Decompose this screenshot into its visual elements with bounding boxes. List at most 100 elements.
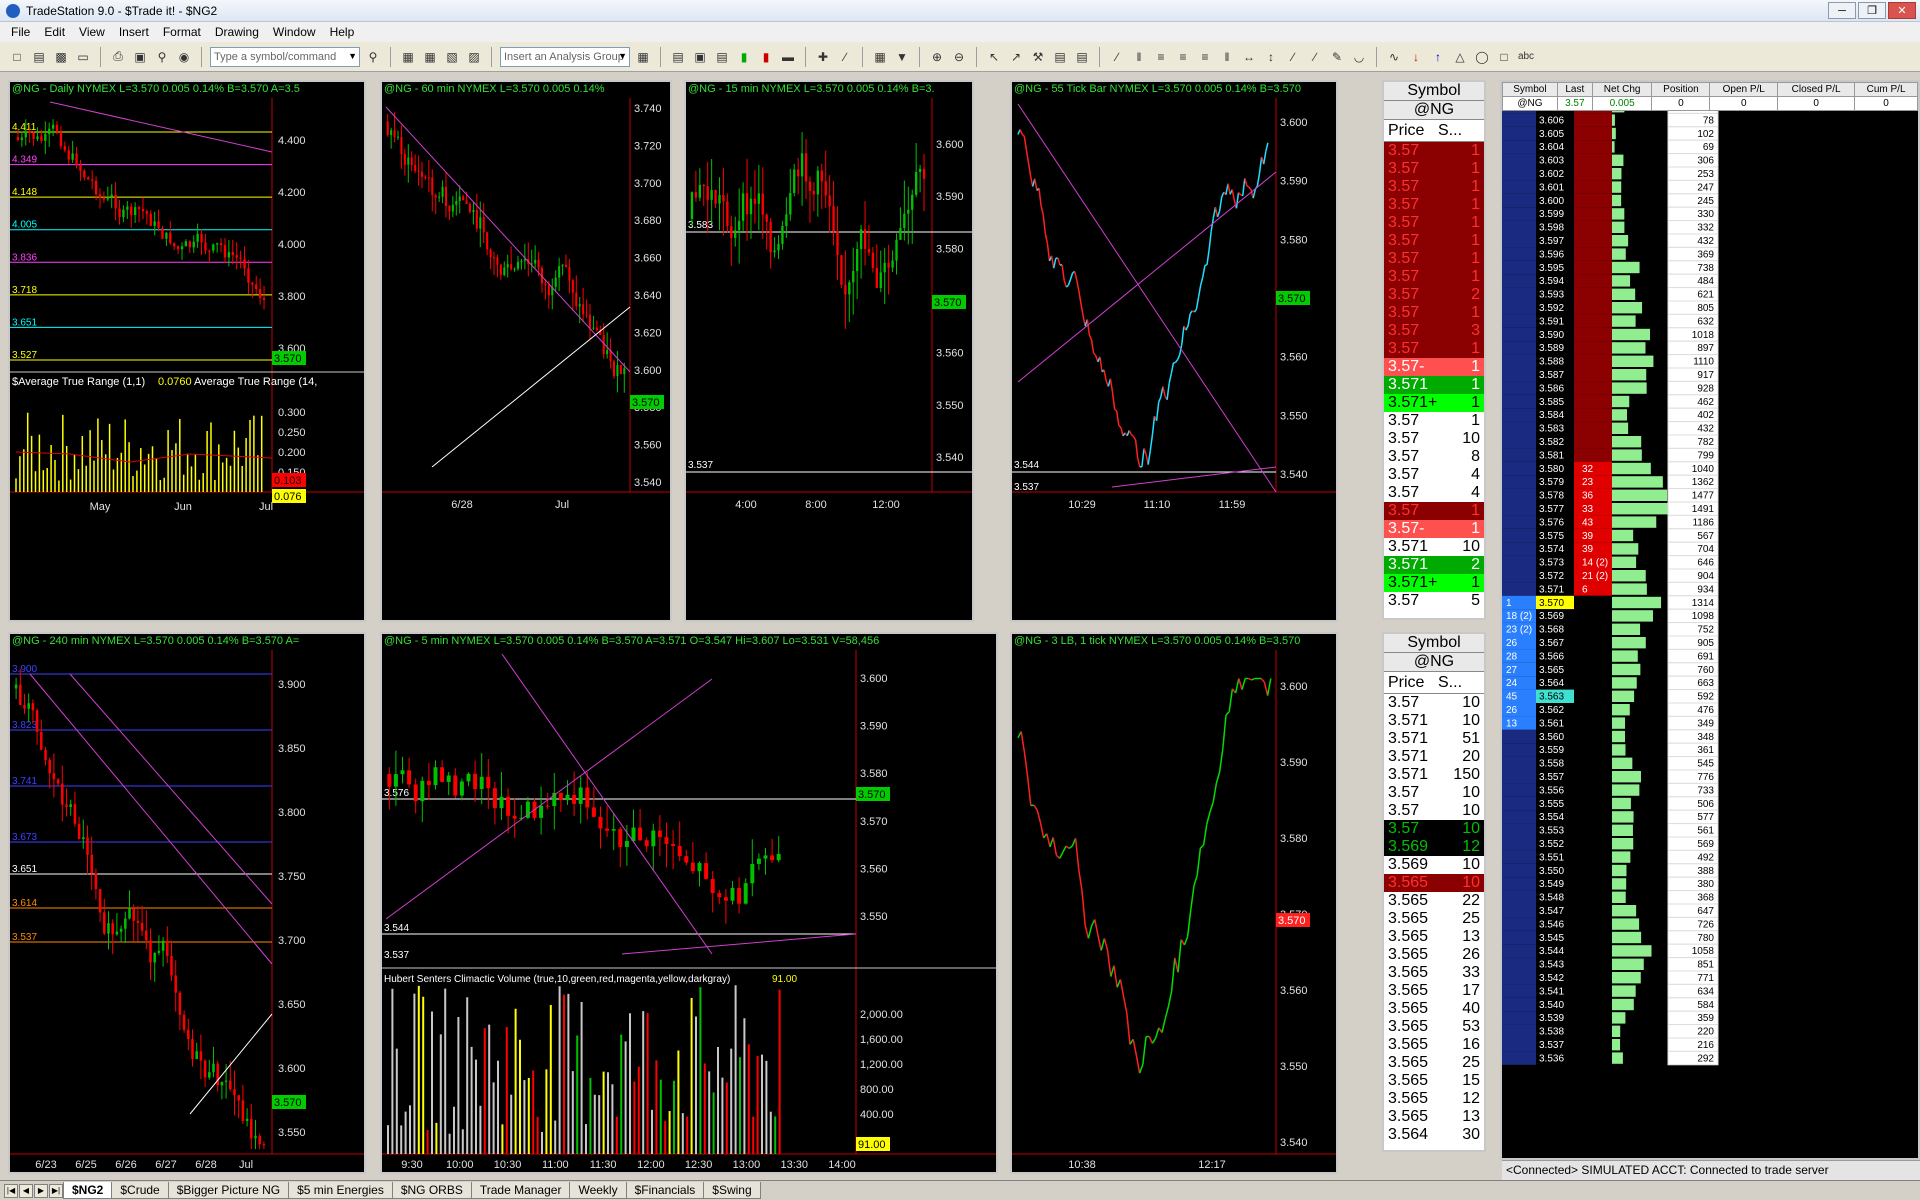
folder-icon[interactable]: ▭ — [74, 48, 92, 66]
matrix-column-header[interactable]: Closed P/L — [1777, 82, 1856, 97]
time-and-sales-panel-2[interactable]: Symbol @NG Price S... 3.57 10 3.571 10 3.571… — [1382, 632, 1486, 1152]
text-icon[interactable]: abc — [1517, 48, 1535, 66]
zoom-out-icon[interactable]: ⊖ — [950, 48, 968, 66]
matrix-cell[interactable]: @NG — [1502, 96, 1558, 111]
next-tab-icon[interactable]: ▶ — [34, 1183, 48, 1198]
depth-of-market-grid[interactable]: Bid...Pri...As...Vol BarsVol3.6073313.60… — [1502, 82, 1918, 1122]
time-and-sales-panel-1[interactable]: Symbol @NG Price S... 3.57 1 3.57 1 3.57 1 3.5… — [1382, 80, 1486, 620]
menu-file[interactable]: File — [4, 25, 37, 39]
analysis-icon[interactable]: ▦ — [634, 48, 652, 66]
menu-drawing[interactable]: Drawing — [208, 25, 266, 39]
analysis-group-input[interactable]: Insert an Analysis Group — [504, 51, 624, 63]
tab-financials[interactable]: $Financials — [625, 1182, 705, 1199]
order-bar-icon[interactable]: ▤ — [669, 48, 687, 66]
tab-swing[interactable]: $Swing — [703, 1182, 761, 1199]
ladder-symbol[interactable]: @NG — [1384, 653, 1484, 672]
fan-icon[interactable]: ∕ — [1284, 48, 1302, 66]
close-button[interactable]: ✕ — [1888, 2, 1916, 19]
ladder-symbol[interactable]: @NG — [1384, 101, 1484, 120]
column-header-price[interactable]: Price — [1384, 674, 1434, 692]
matrix-cell[interactable]: 3.57 — [1556, 96, 1593, 111]
draw-line-icon[interactable]: ∕ — [1108, 48, 1126, 66]
first-tab-icon[interactable]: |◀ — [4, 1183, 18, 1198]
up-arrow-icon[interactable]: ↑ — [1429, 48, 1447, 66]
strategy-icon[interactable]: ▣ — [691, 48, 709, 66]
tab-trade-manager[interactable]: Trade Manager — [470, 1182, 571, 1199]
zoom-in-icon[interactable]: ⊕ — [928, 48, 946, 66]
symbol-lookup-icon[interactable]: ⚲ — [364, 48, 382, 66]
options-icon[interactable]: ▤ — [1073, 48, 1091, 66]
crosshair-icon[interactable]: ✚ — [814, 48, 832, 66]
chart-60min-panel[interactable]: 3.740 3.720 3.700 3.680 3.660 3.640 3.620 3.600… — [380, 80, 672, 622]
column-header-price[interactable]: Price — [1384, 122, 1434, 140]
chart-grid-icon[interactable]: ▦ — [399, 48, 417, 66]
tab-crude[interactable]: $Crude — [111, 1182, 169, 1199]
menu-format[interactable]: Format — [156, 25, 208, 39]
menu-window[interactable]: Window — [266, 25, 323, 39]
chart-15min-panel[interactable]: 3.5833.5373.6003.5903.5803.5703.5603.550… — [684, 80, 974, 622]
drag-pointer-icon[interactable]: ↗ — [1007, 48, 1025, 66]
matrix-column-header[interactable]: Last — [1556, 82, 1593, 97]
daily-chart-panel[interactable]: 4.411 4.349 4.148 4.005 3.836 3.718 3.651 3.527… — [8, 80, 366, 622]
daily-chart-canvas[interactable]: 4.411 4.349 4.148 4.005 3.836 3.718 3.651 3.527… — [10, 82, 364, 620]
tick-chart-panel[interactable]: 3.544 3.537 3.600 3.590 3.580 3.570 3.560 3.550… — [1010, 80, 1338, 622]
vertical-lines-icon[interactable]: ‖ — [1130, 48, 1148, 66]
matrix-icon[interactable]: ▨ — [465, 48, 483, 66]
curve-icon[interactable]: ∿ — [1385, 48, 1403, 66]
last-tab-icon[interactable]: ▶| — [49, 1183, 63, 1198]
trendline-icon[interactable]: ∕ — [836, 48, 854, 66]
indicator-icon[interactable]: ▤ — [713, 48, 731, 66]
arc-icon[interactable]: ◡ — [1350, 48, 1368, 66]
tools-icon[interactable]: ▤ — [1051, 48, 1069, 66]
chevron-down-icon[interactable]: ▼ — [348, 51, 357, 61]
tab-ng2[interactable]: $NG2 — [63, 1182, 113, 1199]
symbol-command-combo[interactable]: Type a symbol/command ▼ — [210, 46, 360, 67]
matrix-column-header[interactable]: Position — [1651, 82, 1711, 97]
horizontal-arrow-icon[interactable]: ↔ — [1240, 48, 1258, 66]
rectangle-icon[interactable]: □ — [1495, 48, 1513, 66]
matrix-panel[interactable]: Symbol Last Net Chg Position Open P/L Closed … — [1500, 80, 1920, 1160]
maximize-button[interactable]: ❐ — [1858, 2, 1886, 19]
matrix-column-header[interactable]: Open P/L — [1709, 82, 1779, 97]
menu-help[interactable]: Help — [323, 25, 362, 39]
menu-view[interactable]: View — [72, 25, 112, 39]
channel-icon[interactable]: ‖ — [1218, 48, 1236, 66]
chart-240min-panel[interactable]: 3.900 3.823 3.741 3.673 3.651 3.614 3.537 3.900… — [8, 632, 366, 1174]
chart-240min-canvas[interactable]: 3.900 3.823 3.741 3.673 3.651 3.614 3.537 3.900… — [10, 634, 364, 1172]
linebreak-chart-panel[interactable]: 3.6003.5903.5803.5703.5603.5503.5403.570… — [1010, 632, 1338, 1174]
tick-chart-canvas[interactable]: 3.544 3.537 3.600 3.590 3.580 3.570 3.560 3.550… — [1012, 82, 1336, 620]
chart-5min-canvas[interactable]: 3.576 3.544 3.537 3.600 3.590 3.580 3.570 3.560… — [382, 634, 996, 1172]
color-palette-icon[interactable]: ▦ — [871, 48, 889, 66]
fib-lines-icon[interactable]: ≡ — [1174, 48, 1192, 66]
matrix-cell[interactable]: 0.005 — [1591, 96, 1653, 111]
chart-5min-panel[interactable]: 3.576 3.544 3.537 3.600 3.590 3.580 3.570 3.560… — [380, 632, 998, 1174]
analysis-group-combo[interactable]: Insert an Analysis Group ▼ — [500, 46, 630, 67]
chart-60min-canvas[interactable]: 3.740 3.720 3.700 3.680 3.660 3.640 3.620 3.600… — [382, 82, 670, 620]
column-header-size[interactable]: S... — [1434, 122, 1484, 140]
tab-ng-orbs[interactable]: $NG ORBS — [391, 1182, 472, 1199]
ellipse-icon[interactable]: ◯ — [1473, 48, 1491, 66]
gann-icon[interactable]: ≡ — [1196, 48, 1214, 66]
pointer-icon[interactable]: ↖ — [985, 48, 1003, 66]
bar-chart-icon[interactable]: ▮ — [735, 48, 753, 66]
symbol-command-input[interactable]: Type a symbol/command — [214, 51, 336, 63]
globe-icon[interactable]: ◉ — [175, 48, 193, 66]
prev-tab-icon[interactable]: ◀ — [19, 1183, 33, 1198]
table-icon[interactable]: ▦ — [421, 48, 439, 66]
tab-5min-energies[interactable]: $5 min Energies — [288, 1182, 393, 1199]
lock-icon[interactable]: ⚲ — [153, 48, 171, 66]
save-icon[interactable]: ▩ — [52, 48, 70, 66]
hammer-icon[interactable]: ⚒ — [1029, 48, 1047, 66]
window-icon[interactable]: ▣ — [131, 48, 149, 66]
column-header-size[interactable]: S... — [1434, 674, 1484, 692]
radar-icon[interactable]: ▧ — [443, 48, 461, 66]
candle-chart-icon[interactable]: ▮ — [757, 48, 775, 66]
minimize-button[interactable]: ─ — [1828, 2, 1856, 19]
down-arrow-icon[interactable]: ↓ — [1407, 48, 1425, 66]
chevron-down-icon[interactable]: ▼ — [618, 51, 627, 61]
new-file-icon[interactable]: □ — [8, 48, 26, 66]
matrix-cell[interactable]: 0 — [1777, 96, 1856, 111]
pitchfork-icon[interactable]: ∕ — [1306, 48, 1324, 66]
triangle-icon[interactable]: △ — [1451, 48, 1469, 66]
matrix-cell[interactable]: 0 — [1651, 96, 1711, 111]
